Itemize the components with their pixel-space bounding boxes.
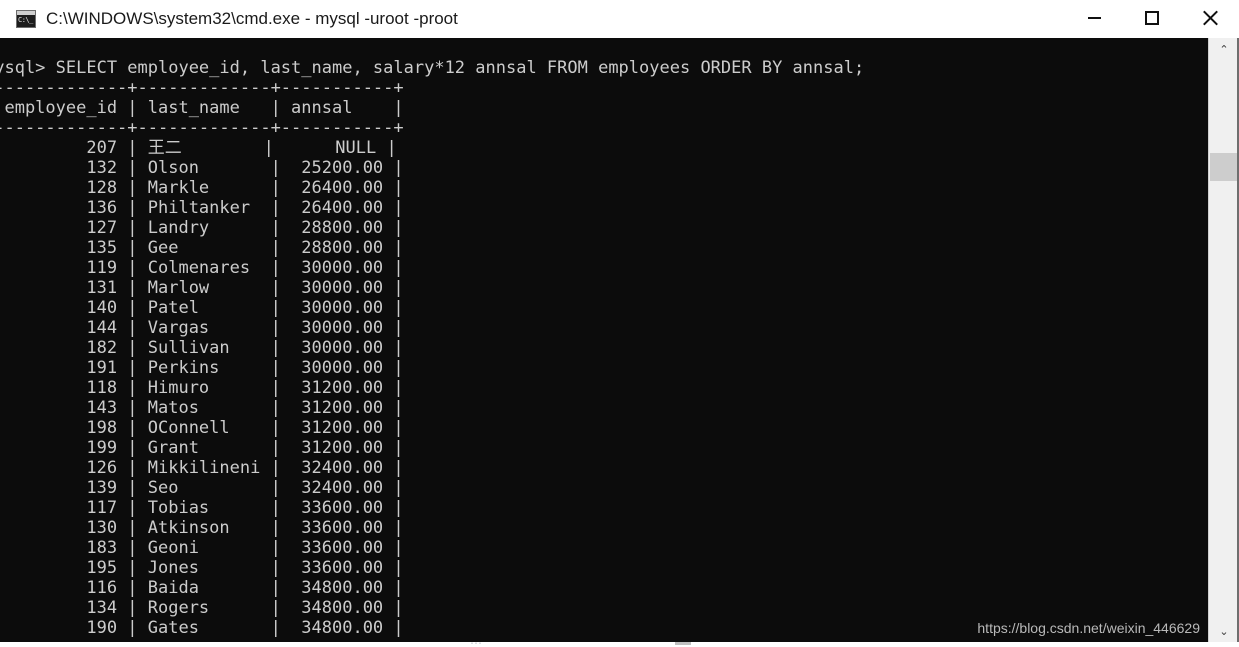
window-controls <box>1065 0 1239 35</box>
window-title: C:\WINDOWS\system32\cmd.exe - mysql -uro… <box>46 9 458 28</box>
window-titlebar[interactable]: C:\WINDOWS\system32\cmd.exe - mysql -uro… <box>0 0 1239 41</box>
chevron-down-icon: ⌄ <box>1219 624 1229 638</box>
maximize-button[interactable] <box>1123 0 1181 35</box>
console-scrollbar[interactable]: ⌃ ⌄ <box>1208 38 1239 642</box>
console-text: mysql> SELECT employee_id, last_name, sa… <box>0 58 865 638</box>
close-button[interactable] <box>1181 0 1239 35</box>
cmd-window: C:\WINDOWS\system32\cmd.exe - mysql -uro… <box>0 0 1239 642</box>
watermark-text: https://blog.csdn.net/weixin_446629 <box>977 620 1200 636</box>
minimize-button[interactable] <box>1065 0 1123 35</box>
cmd-console-icon <box>16 10 36 28</box>
console-output-area[interactable]: mysql> SELECT employee_id, last_name, sa… <box>0 38 1208 642</box>
scroll-down-button[interactable]: ⌄ <box>1209 620 1239 642</box>
chevron-up-icon: ⌃ <box>1219 42 1229 56</box>
scrollbar-thumb[interactable] <box>1210 153 1239 181</box>
scroll-up-button[interactable]: ⌃ <box>1209 38 1239 60</box>
close-icon <box>1201 9 1219 27</box>
maximize-icon <box>1145 10 1159 25</box>
minimize-icon <box>1087 16 1101 19</box>
